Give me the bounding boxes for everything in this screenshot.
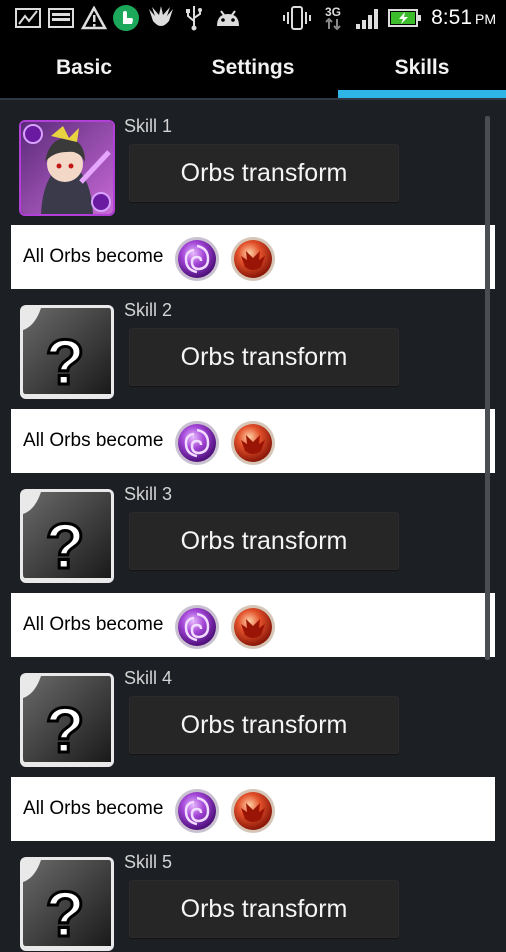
dark-orb-icon <box>175 237 219 281</box>
signal-icon <box>354 4 382 32</box>
picture-icon <box>14 4 42 32</box>
skill-description: All Orbs become <box>11 409 495 473</box>
orbs-transform-button[interactable]: Orbs transform <box>129 144 399 202</box>
fire-orb-icon <box>231 605 275 649</box>
orbs-transform-button[interactable]: Orbs transform <box>129 512 399 570</box>
clock: 8:51 PM <box>431 0 496 36</box>
description-text: All Orbs become <box>23 246 164 267</box>
hand-icon <box>112 4 140 32</box>
monster-portrait-icon[interactable] <box>19 120 115 216</box>
battery-charging-icon <box>388 4 422 32</box>
skill-description: All Orbs become <box>11 593 495 657</box>
svg-text:?: ? <box>45 694 84 766</box>
keyboard-icon <box>47 4 75 32</box>
skill-label: Skill 5 <box>124 852 173 872</box>
usb-icon <box>183 4 205 32</box>
unknown-question-icon[interactable]: ? <box>19 488 115 584</box>
tab-selected-indicator <box>338 90 506 98</box>
android-icon <box>213 4 243 32</box>
description-text: All Orbs become <box>23 430 164 451</box>
clock-time: 8:51 <box>431 6 472 29</box>
fire-orb-icon <box>231 237 275 281</box>
skill-description: All Orbs become <box>11 777 495 841</box>
tab-settings[interactable]: Settings <box>169 36 337 100</box>
network-3g-label: 3G <box>324 5 341 19</box>
dark-orb-icon <box>175 421 219 465</box>
scrollbar[interactable] <box>485 116 490 660</box>
svg-text:?: ? <box>45 510 84 582</box>
orbs-transform-button[interactable]: Orbs transform <box>129 880 399 938</box>
skill-label: Skill 3 <box>124 484 173 504</box>
dark-orb-icon <box>175 605 219 649</box>
warning-icon <box>81 4 107 32</box>
fire-orb-icon <box>231 789 275 833</box>
unknown-question-icon[interactable]: ? <box>19 304 115 400</box>
svg-text:?: ? <box>45 878 84 950</box>
orbs-transform-button[interactable]: Orbs transform <box>129 328 399 386</box>
skill-description: All Orbs become <box>11 225 495 289</box>
svg-text:?: ? <box>45 326 84 398</box>
dark-orb-icon <box>175 789 219 833</box>
description-text: All Orbs become <box>23 614 164 635</box>
skill-label: Skill 2 <box>124 300 173 320</box>
clock-ampm: PM <box>475 11 496 27</box>
orbs-transform-button[interactable]: Orbs transform <box>129 696 399 754</box>
unknown-question-icon[interactable]: ? <box>19 856 115 952</box>
status-bar: 3G 8:51 PM <box>0 0 506 36</box>
vibrate-icon <box>282 4 312 32</box>
description-text: All Orbs become <box>23 798 164 819</box>
unknown-question-icon[interactable]: ? <box>19 672 115 768</box>
tab-basic[interactable]: Basic <box>0 36 168 100</box>
network-3g-icon: 3G <box>318 4 348 32</box>
skill-label: Skill 4 <box>124 668 173 688</box>
skill-label: Skill 1 <box>124 116 173 136</box>
monster-icon <box>146 4 176 32</box>
fire-orb-icon <box>231 421 275 465</box>
